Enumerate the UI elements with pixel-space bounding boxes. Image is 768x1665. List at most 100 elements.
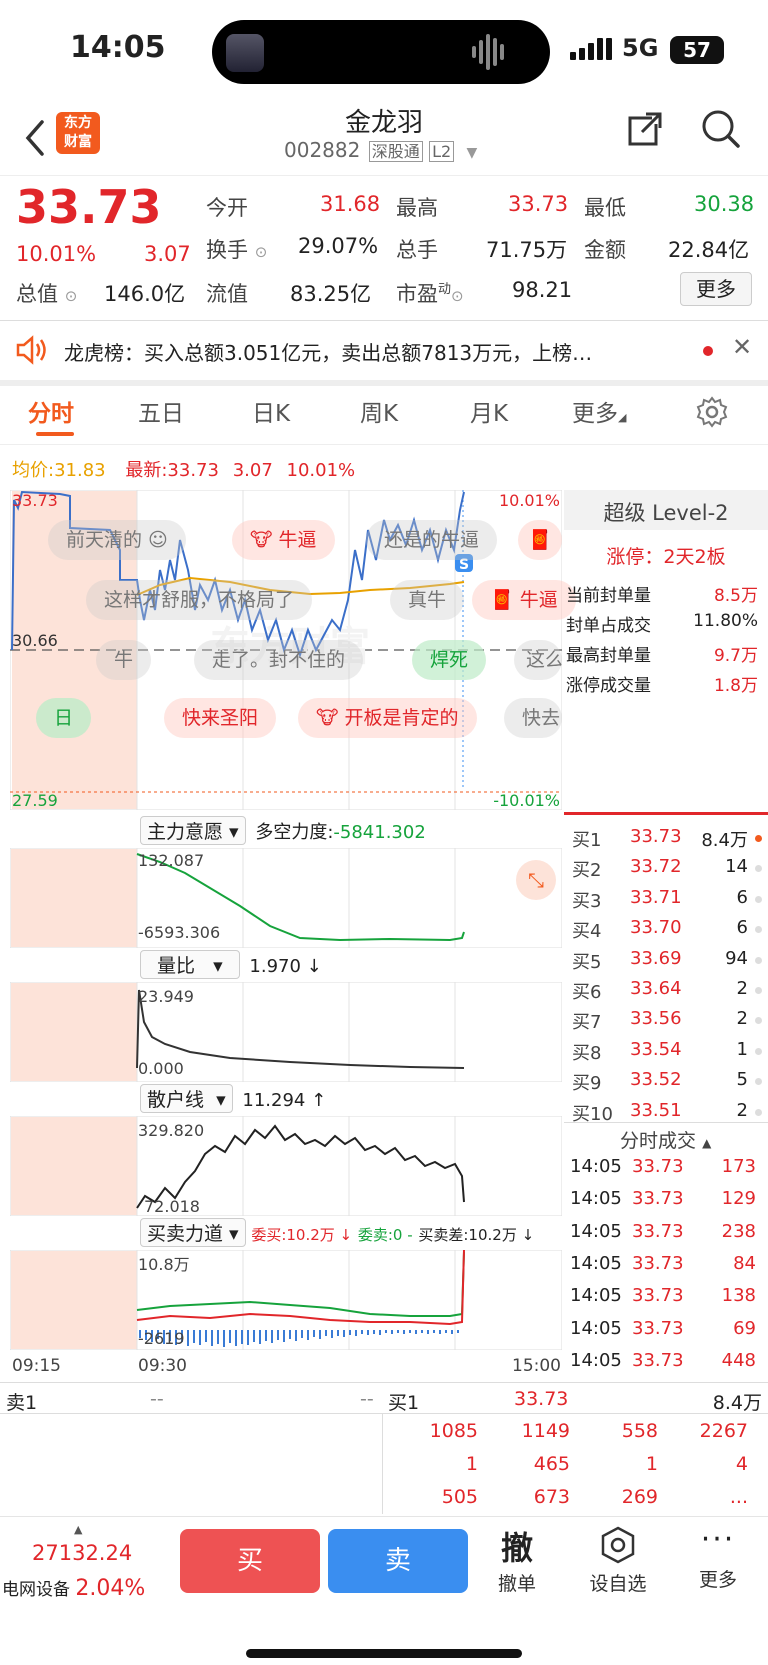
queue-cell: 505 — [441, 1486, 478, 1508]
bid-dot — [755, 835, 762, 842]
indicator-3-chart[interactable]: 329.820 72.018 — [10, 1116, 562, 1216]
bid-row[interactable]: 买6 33.64 2 — [570, 975, 768, 1005]
danmaku-bubble[interactable]: 牛 — [96, 640, 152, 680]
signal-icon — [570, 38, 612, 60]
more-quote-button[interactable]: 更多 — [680, 272, 752, 306]
bid-volume: 2 — [736, 1008, 748, 1030]
danmaku-bubble[interactable]: 快来圣阳 — [164, 698, 277, 738]
danmaku-bubble[interactable]: 日 — [36, 698, 92, 738]
tab-intraday[interactable]: 分时 — [28, 394, 74, 428]
tab-daily-k[interactable]: 日K — [252, 394, 290, 428]
indicator-2-chart[interactable]: 23.949 0.000 — [10, 982, 562, 1082]
danmaku-bubble[interactable]: 焊死 — [412, 640, 487, 680]
add-watchlist-button[interactable]: 设自选 — [578, 1525, 658, 1596]
tick-row: 14:05 33.73 173 — [570, 1152, 768, 1184]
danmaku-bubble[interactable]: 前天清的 ☺ — [48, 520, 186, 560]
bid-row[interactable]: 买8 33.54 1 — [570, 1036, 768, 1066]
danmaku-bubble[interactable]: 走了。封不住的 — [194, 640, 364, 680]
bid-price: 33.70 — [630, 917, 682, 939]
notice-label: 龙虎榜： — [64, 341, 144, 365]
stock-code-row[interactable]: 002882 深股通 L2 ▼ — [284, 138, 477, 162]
time-axis-open: 09:30 — [138, 1356, 187, 1376]
sector-pct: 2.04% — [75, 1576, 146, 1601]
tick-volume: 69 — [733, 1317, 756, 1339]
latest-change: 3.07 — [232, 460, 273, 481]
bid-label: 买9 — [572, 1073, 602, 1095]
divider — [564, 1122, 768, 1123]
tab-weekly-k[interactable]: 周K — [360, 394, 398, 428]
indicator-value: -5841.302 — [333, 822, 426, 843]
shenguotong-badge: 深股通 — [368, 141, 423, 162]
danmaku-bubble[interactable]: 这样才舒服，不格局了 — [86, 580, 313, 620]
indicator-2-top: 23.949 — [138, 987, 194, 1006]
more-button[interactable]: ··· 更多 — [678, 1525, 758, 1592]
tab-5day[interactable]: 五日 — [138, 394, 184, 428]
danmaku-bubble[interactable]: 🐮 开板是肯定的 — [298, 698, 477, 738]
bid-row[interactable]: 买1 33.73 8.4万 — [570, 823, 768, 853]
buy-button[interactable]: 买 — [180, 1529, 320, 1593]
indicator-1-chart[interactable]: 132.087 -6593.306 — [10, 848, 562, 948]
bid-row[interactable]: 买2 33.72 14 — [570, 853, 768, 883]
queue-buy-label: 买1 — [388, 1392, 420, 1414]
sell-button[interactable]: 卖 — [328, 1529, 468, 1593]
bid-volume: 5 — [736, 1069, 748, 1091]
bid-price: 33.56 — [630, 1008, 682, 1030]
cancel-order-button[interactable]: 撤 撤单 — [480, 1523, 554, 1596]
bid-row[interactable]: 买5 33.69 94 — [570, 945, 768, 975]
bid-label: 买6 — [572, 982, 602, 1003]
danmaku-bubble[interactable]: 真牛 — [390, 580, 465, 620]
indicator-2-select[interactable]: 量比 ▾ — [140, 950, 240, 979]
notice-bar[interactable]: 龙虎榜：买入总额3.051亿元，卖出总额7813万元，上榜… ✕ — [0, 321, 768, 379]
bid-volume: 2 — [736, 978, 748, 999]
expand-icon[interactable]: ⤡ — [516, 860, 556, 900]
info-icon[interactable]: ⊙ — [451, 287, 464, 305]
danmaku-bubble[interactable]: 还是的牛逼 — [366, 520, 498, 560]
share-icon[interactable] — [624, 108, 666, 150]
tick-price: 33.73 — [632, 1188, 684, 1210]
bid-dot — [755, 1017, 762, 1025]
bid-price: 33.51 — [630, 1099, 682, 1121]
danmaku-bubble[interactable]: 快去 — [504, 698, 562, 738]
settings-icon[interactable] — [696, 396, 728, 428]
cancel-label: 撤单 — [497, 1573, 536, 1595]
tab-monthly-k[interactable]: 月K — [470, 394, 508, 428]
sector-row[interactable]: 电网设备 2.04% — [2, 1575, 145, 1601]
ticks-title[interactable]: 分时成交 ▲ — [620, 1126, 711, 1153]
bid-label: 买8 — [572, 1042, 602, 1064]
danmaku-bubble[interactable]: 🐮 牛逼 — [232, 520, 335, 560]
search-icon[interactable] — [700, 108, 742, 150]
tick-time: 14:05 — [570, 1349, 622, 1371]
indicator-name: 主力意愿 — [147, 821, 224, 843]
danmaku-text: 还是的牛逼 — [384, 529, 480, 551]
bid-row[interactable]: 买7 33.56 2 — [570, 1005, 768, 1035]
status-bar: 14:05 5G 57 — [0, 0, 768, 100]
info-icon[interactable]: ⊙ — [65, 287, 78, 305]
bid-row[interactable]: 买4 33.70 6 — [570, 914, 768, 944]
bid-row[interactable]: 买9 33.52 5 — [570, 1066, 768, 1096]
bid-dot — [755, 1078, 762, 1086]
bid-price: 33.52 — [630, 1069, 682, 1091]
level2-title: 超级 Level-2 — [603, 501, 729, 525]
tick-volume: 238 — [721, 1220, 756, 1242]
close-icon[interactable]: ✕ — [732, 333, 752, 361]
bid-price: 33.72 — [630, 856, 682, 878]
indicator-4-select[interactable]: 买卖力道 ▾ — [140, 1218, 246, 1247]
limit-up-days: 涨停：2天2板 — [606, 546, 726, 568]
tick-volume: 138 — [721, 1285, 756, 1307]
tab-more[interactable]: 更多◢ — [572, 394, 626, 428]
indicator-1-select[interactable]: 主力意愿 ▾ — [140, 816, 246, 845]
caret-up-icon[interactable]: ▲ — [74, 1523, 82, 1536]
danmaku-bubble[interactable]: 🧧 牛逼 — [472, 580, 576, 620]
waveform-icon — [472, 34, 504, 70]
indicator-3-select[interactable]: 散户线 ▾ — [140, 1084, 233, 1113]
danmaku-bubble[interactable]: 这么 — [514, 640, 562, 680]
index-value[interactable]: 27132.24 — [32, 1541, 132, 1565]
tick-row: 14:05 33.73 129 — [570, 1184, 768, 1216]
cancel-icon: 撤 — [500, 1529, 533, 1567]
danmaku-bubble[interactable]: 🧧 — [518, 520, 562, 560]
indicator-4-chart[interactable]: 10.8万 -2619 — [10, 1250, 562, 1350]
tick-time: 14:05 — [570, 1252, 622, 1274]
info-icon[interactable]: ⊙ — [255, 243, 268, 261]
bid-row[interactable]: 买3 33.71 6 — [570, 884, 768, 914]
float-value: 83.25亿 — [290, 282, 372, 306]
